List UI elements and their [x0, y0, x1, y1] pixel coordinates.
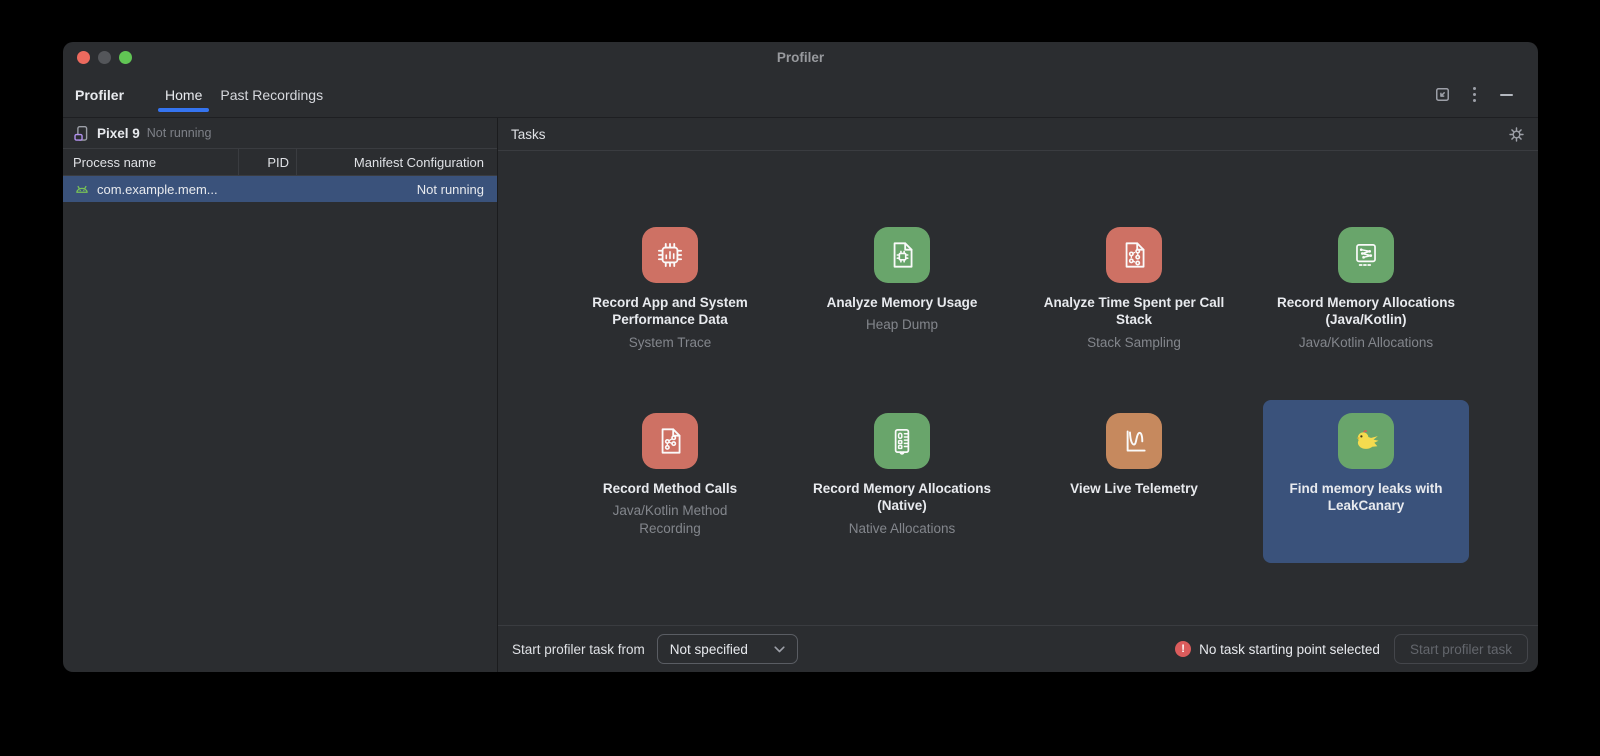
task-card-system-trace[interactable]: Record App and System Performance Data S…	[567, 214, 773, 377]
task-grid-row-1: Record App and System Performance Data S…	[567, 214, 1469, 377]
processes-panel: Pixel 9 Not running Process name PID Man…	[63, 118, 498, 672]
ram-icon	[874, 413, 930, 469]
screen-allocations-icon	[1338, 227, 1394, 283]
process-name: com.example.mem...	[97, 182, 218, 197]
task-subtitle: Stack Sampling	[1087, 334, 1181, 352]
tab-home-label: Home	[165, 87, 202, 103]
tasks-panel: Tasks	[498, 118, 1538, 672]
window-title: Profiler	[63, 50, 1538, 65]
task-title: Analyze Memory Usage	[827, 294, 978, 312]
active-tab-underline	[158, 108, 209, 112]
tab-past-recordings-label: Past Recordings	[220, 87, 323, 103]
column-process-name[interactable]: Process name	[63, 149, 239, 175]
device-phone-icon	[73, 125, 90, 142]
task-subtitle: System Trace	[629, 334, 712, 352]
tasks-header: Tasks	[498, 118, 1538, 151]
task-card-leakcanary[interactable]: Find memory leaks with LeakCanary	[1263, 400, 1469, 563]
task-subtitle: Heap Dump	[866, 316, 938, 334]
start-point-dropdown[interactable]: Not specified	[657, 634, 798, 664]
dock-window-icon[interactable]	[1430, 83, 1454, 107]
device-status: Not running	[147, 126, 212, 140]
chevron-down-icon	[774, 646, 785, 653]
column-manifest-configuration[interactable]: Manifest Configuration	[297, 155, 497, 170]
task-card-heap-dump[interactable]: Analyze Memory Usage Heap Dump	[799, 214, 1005, 377]
warning-text: No task starting point selected	[1199, 642, 1380, 657]
kebab-menu-icon[interactable]	[1462, 83, 1486, 107]
start-profiler-task-button[interactable]: Start profiler task	[1394, 634, 1528, 664]
document-callgraph-icon	[642, 413, 698, 469]
device-name: Pixel 9	[97, 126, 140, 141]
task-card-live-telemetry[interactable]: View Live Telemetry	[1031, 400, 1237, 563]
task-card-stack-sampling[interactable]: Analyze Time Spent per Call Stack Stack …	[1031, 214, 1237, 377]
task-title: Analyze Time Spent per Call Stack	[1039, 294, 1229, 330]
tab-bar: Profiler Home Past Recordings	[63, 72, 1538, 118]
task-title: Record Method Calls	[603, 480, 737, 498]
telemetry-chart-icon	[1106, 413, 1162, 469]
canary-bird-icon	[1338, 413, 1394, 469]
task-grid-row-2: Record Method Calls Java/Kotlin Method R…	[567, 400, 1469, 563]
task-subtitle: Java/Kotlin Allocations	[1299, 334, 1433, 352]
task-card-java-kotlin-allocations[interactable]: Record Memory Allocations (Java/Kotlin) …	[1263, 214, 1469, 377]
document-chip-icon	[874, 227, 930, 283]
start-from-label: Start profiler task from	[512, 642, 645, 657]
minimize-toolwindow-icon[interactable]	[1494, 83, 1518, 107]
task-title: Find memory leaks with LeakCanary	[1271, 480, 1461, 516]
tab-home[interactable]: Home	[156, 72, 211, 117]
process-manifest-status: Not running	[417, 182, 484, 197]
task-title: Record App and System Performance Data	[575, 294, 765, 330]
process-row[interactable]: com.example.mem... Not running	[63, 176, 497, 202]
column-pid[interactable]: PID	[239, 149, 297, 175]
chip-chart-icon	[642, 227, 698, 283]
task-card-method-recording[interactable]: Record Method Calls Java/Kotlin Method R…	[567, 400, 773, 563]
profiler-window: Profiler Profiler Home Past Recordings	[63, 42, 1538, 672]
gear-icon[interactable]	[1508, 126, 1525, 143]
footer-bar: Start profiler task from Not specified N…	[498, 625, 1538, 672]
task-title: Record Memory Allocations (Java/Kotlin)	[1271, 294, 1461, 330]
dropdown-value: Not specified	[670, 642, 748, 657]
task-grid: Record App and System Performance Data S…	[498, 151, 1538, 625]
task-subtitle: Java/Kotlin Method Recording	[584, 502, 756, 537]
task-title: View Live Telemetry	[1070, 480, 1198, 498]
tasks-title: Tasks	[511, 127, 546, 142]
task-title: Record Memory Allocations (Native)	[807, 480, 997, 516]
document-callstack-icon	[1106, 227, 1162, 283]
android-robot-icon	[74, 181, 90, 197]
tool-window-label: Profiler	[75, 87, 124, 103]
main-content: Pixel 9 Not running Process name PID Man…	[63, 118, 1538, 672]
task-card-native-allocations[interactable]: Record Memory Allocations (Native) Nativ…	[799, 400, 1005, 563]
titlebar: Profiler	[63, 42, 1538, 72]
task-subtitle: Native Allocations	[849, 520, 956, 538]
process-table-header: Process name PID Manifest Configuration	[63, 149, 497, 176]
device-header[interactable]: Pixel 9 Not running	[63, 118, 497, 149]
tab-past-recordings[interactable]: Past Recordings	[211, 72, 332, 117]
error-icon	[1175, 641, 1191, 657]
